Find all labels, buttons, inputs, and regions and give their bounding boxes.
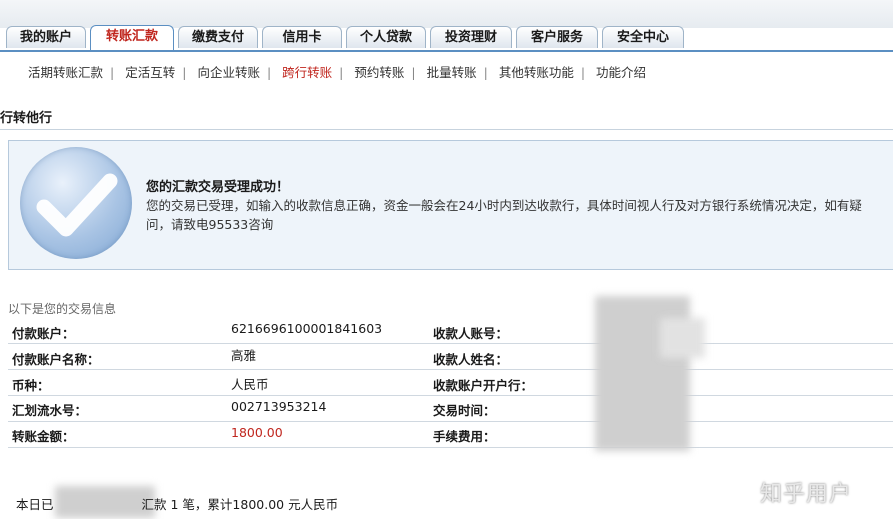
transaction-time-label: 交易时间： [433,403,496,418]
payee-name-label: 收款人姓名： [433,352,509,367]
currency-label: 币种： [12,378,50,393]
divider [0,129,893,130]
tab-credit-card[interactable]: 信用卡 [262,26,342,48]
subnav-other-functions[interactable]: 其他转账功能 [499,65,574,80]
subnav-interbank[interactable]: 跨行转账 [282,65,332,80]
subnav-separator: | [580,65,586,80]
top-banner-strip [0,0,893,28]
tab-investment[interactable]: 投资理财 [430,26,512,48]
watermark: 知乎用户 [760,482,853,507]
payer-name-value: 高雅 [231,348,257,363]
sub-navigation: 活期转账汇款 | 定活互转 | 向企业转账 | 跨行转账 | 预约转账 | 批量转账 | 其… [28,62,646,80]
daily-summary-prefix: 本日已 [16,497,54,512]
redacted-area [660,318,705,358]
table-row: 付款账户名称： 高雅 收款人姓名： [8,344,893,370]
subnav-current-transfer[interactable]: 活期转账汇款 [28,65,103,80]
checkmark-circle-icon [20,147,132,259]
transaction-info-heading: 以下是您的交易信息 [8,302,117,316]
subnav-to-enterprise[interactable]: 向企业转账 [197,65,260,80]
amount-label: 转账金额： [12,429,75,444]
main-tab-bar: 我的账户 转账汇款 缴费支付 信用卡 个人贷款 投资理财 客户服务 安全中心 [0,25,893,52]
payee-bank-label: 收款账户开户行： [433,378,534,393]
tab-transfer[interactable]: 转账汇款 [90,25,174,50]
subnav-function-intro[interactable]: 功能介绍 [596,65,646,80]
daily-summary: 本日已 汇款 1 笔，累计1800.00 元人民币 [16,494,338,513]
payer-name-label: 付款账户名称： [12,352,100,367]
table-row: 币种： 人民币 收款账户开户行： [8,370,893,396]
success-message: 您的交易已受理，如输入的收款信息正确，资金一般会在24小时内到达收款行，具体时间… [146,198,862,232]
subnav-separator: | [110,65,115,80]
tab-customer-service[interactable]: 客户服务 [516,26,598,48]
subnav-separator: | [182,65,187,80]
serial-number-label: 汇划流水号： [12,403,88,418]
subnav-separator: | [266,65,272,80]
tab-personal-loan[interactable]: 个人贷款 [346,26,426,48]
currency-value: 人民币 [231,377,269,392]
table-row: 汇划流水号： 002713953214 交易时间： [8,396,893,422]
subnav-batch[interactable]: 批量转账 [427,65,477,80]
payer-account-label: 付款账户： [12,326,75,341]
serial-number-value: 002713953214 [231,399,327,414]
page-title: 建行转他行 [0,111,53,126]
tab-security-center[interactable]: 安全中心 [602,26,684,48]
subnav-fixed-current[interactable]: 定活互转 [125,65,175,80]
checkmark-icon [36,173,118,237]
tab-my-account[interactable]: 我的账户 [6,26,86,48]
tab-bill-payment[interactable]: 缴费支付 [178,26,258,48]
subnav-scheduled[interactable]: 预约转账 [354,65,404,80]
amount-value: 1800.00 [231,425,283,440]
success-title: 您的汇款交易受理成功！ [146,180,290,195]
table-row: 转账金额： 1800.00 手续费用： [8,422,893,448]
daily-summary-text: 汇款 1 笔，累计1800.00 元人民币 [141,497,339,512]
payee-account-label: 收款人账号： [433,326,509,341]
payer-account-value: 6216696100001841603 [231,321,383,336]
subnav-separator: | [483,65,488,80]
table-row: 付款账户： 6216696100001841603 收款人账号： [8,318,893,344]
subnav-separator: | [411,65,416,80]
subnav-separator: | [339,65,344,80]
fee-label: 手续费用： [433,429,496,444]
